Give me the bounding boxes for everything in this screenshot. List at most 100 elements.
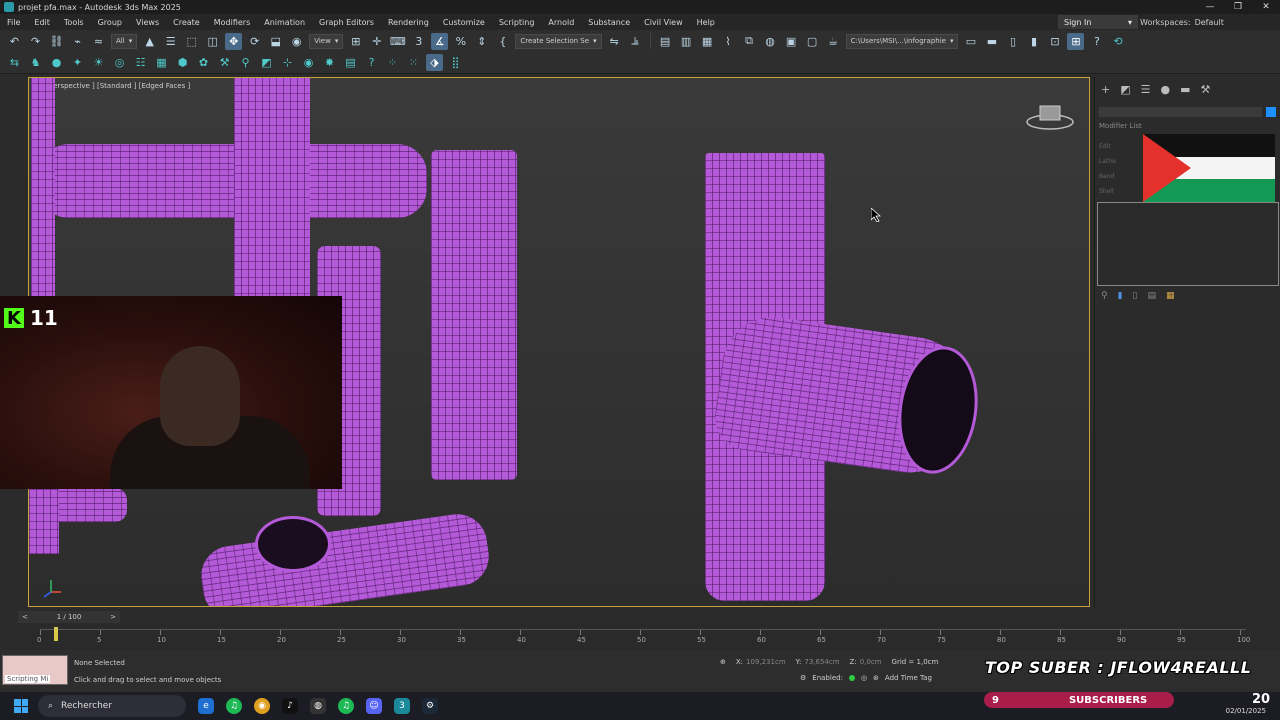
edit-named-selection-icon[interactable]: {	[494, 33, 511, 50]
selection-filter-dropdown[interactable]: All ▾	[111, 33, 138, 49]
menu-tools[interactable]: Tools	[57, 18, 91, 27]
x-value[interactable]: 109,231cm	[746, 658, 786, 666]
spotify-alt-icon[interactable]: ♫	[338, 698, 354, 714]
select-and-move-icon[interactable]: ✥	[225, 32, 243, 50]
x-coordinate[interactable]: X: 109,231cm	[736, 658, 786, 666]
spotify-icon[interactable]: ♫	[226, 698, 242, 714]
object-name-field[interactable]	[1099, 107, 1262, 117]
dots-icon[interactable]: ⁘	[384, 54, 401, 71]
adaptive-icon[interactable]: ⚙	[800, 674, 806, 682]
hierarchy-tab-icon[interactable]: ☰	[1141, 83, 1151, 96]
menu-file[interactable]: File	[0, 18, 27, 27]
mirror-icon[interactable]: ⇋	[606, 33, 623, 50]
track-icon[interactable]: ⇆	[6, 54, 23, 71]
time-tag-icon[interactable]: ⊛	[873, 674, 879, 682]
modifier-stack[interactable]	[1097, 202, 1279, 286]
sphere-object[interactable]	[255, 516, 331, 572]
enabled-indicator-icon[interactable]	[848, 675, 855, 681]
select-and-rotate-icon[interactable]: ⟳	[246, 33, 263, 50]
minimize-button[interactable]: —	[1196, 2, 1224, 12]
layer-explorer-icon[interactable]: ▥	[678, 33, 695, 50]
z-value[interactable]: 0,0cm	[860, 658, 882, 666]
chrome-icon[interactable]: ◉	[254, 698, 270, 714]
select-object-icon[interactable]: ▲	[141, 33, 158, 50]
system-clock[interactable]: 02/01/2025	[1226, 706, 1266, 716]
grid-icon[interactable]: ▦	[153, 54, 170, 71]
obs-icon[interactable]: ◍	[310, 698, 326, 714]
grid-plus-icon[interactable]: ⊹	[279, 54, 296, 71]
select-and-place-icon[interactable]: ◉	[288, 33, 305, 50]
tiktok-icon[interactable]: ♪	[282, 698, 298, 714]
show-end-result-icon[interactable]: ▮	[1118, 291, 1123, 301]
frame-icon[interactable]: ◩	[258, 54, 275, 71]
save-file-icon[interactable]: ▯	[1004, 33, 1021, 50]
camera-icon[interactable]: ◎	[111, 54, 128, 71]
viewport-layout-icon[interactable]: ⊞	[1067, 32, 1085, 50]
discord-icon[interactable]: ☺	[366, 698, 382, 714]
question-icon[interactable]: ?	[363, 54, 380, 71]
named-selection-set-dropdown[interactable]: Create Selection Se ▾	[515, 33, 602, 49]
menu-scripting[interactable]: Scripting	[492, 18, 542, 27]
select-manipulate-icon[interactable]: ✛	[368, 33, 385, 50]
y-coordinate[interactable]: Y: 73,654cm	[796, 658, 840, 666]
remove-modifier-icon[interactable]: ▤	[1148, 291, 1157, 301]
bottom-lying-pipe[interactable]	[197, 510, 493, 606]
modifier-button-bend[interactable]: Bend	[1099, 169, 1116, 184]
bone-icon[interactable]: ⚲	[237, 54, 254, 71]
workspace-selector[interactable]: Workspaces: Default	[1140, 15, 1224, 29]
menu-arnold[interactable]: Arnold	[541, 18, 581, 27]
open-file-icon[interactable]: ▬	[983, 33, 1000, 50]
modify-tab-icon[interactable]: ◩	[1120, 83, 1130, 96]
flow-icon[interactable]: ✿	[195, 54, 212, 71]
scene-explorer-icon[interactable]: ▤	[657, 33, 674, 50]
maxscript-listener[interactable]: Scripting Mi	[2, 655, 68, 685]
maximize-button[interactable]: ❐	[1224, 2, 1252, 12]
list-icon[interactable]: ☷	[132, 54, 149, 71]
bind-space-warp-icon[interactable]: ≈	[90, 33, 107, 50]
timeline-track[interactable]: 0 5 10 15 20 25 30 35 40 45 50 55 60 65 70 75 80 85 90 95 10…	[37, 629, 1250, 645]
motion-tab-icon[interactable]: ●	[1161, 83, 1171, 96]
archive-icon[interactable]: ▮	[1025, 33, 1042, 50]
physics-icon[interactable]: ⬗	[426, 54, 443, 71]
page-icon[interactable]: ▤	[342, 54, 359, 71]
close-button[interactable]: ✕	[1252, 2, 1280, 12]
dots-alt-icon[interactable]: ⁙	[405, 54, 422, 71]
menu-graph-editors[interactable]: Graph Editors	[312, 18, 381, 27]
render-production-icon[interactable]: ☕	[825, 33, 842, 50]
render-setup-icon[interactable]: ▣	[783, 33, 800, 50]
modifier-button-lathe[interactable]: Lathe	[1099, 154, 1116, 169]
toggle-icon[interactable]: ◎	[861, 674, 867, 682]
z-coordinate[interactable]: Z: 0,0cm	[850, 658, 882, 666]
vertical-pipe-cross[interactable]	[234, 78, 310, 318]
node-icon[interactable]: ⬢	[174, 54, 191, 71]
windows-start-icon[interactable]	[14, 699, 28, 713]
bottom-edge-pipe[interactable]	[29, 488, 59, 554]
menu-views[interactable]: Views	[129, 18, 166, 27]
modifier-button-shell[interactable]: Shell	[1099, 184, 1116, 199]
viewcube-icon[interactable]	[1025, 102, 1075, 130]
dots-grid-icon[interactable]: ⣿	[447, 54, 464, 71]
edge-browser-icon[interactable]: e	[198, 698, 214, 714]
percent-snap-icon[interactable]: %	[452, 33, 469, 50]
timeline-playhead[interactable]	[54, 627, 58, 641]
sync-icon[interactable]: ⟲	[1109, 33, 1126, 50]
wrench-icon[interactable]: ⚒	[216, 54, 233, 71]
align-icon[interactable]: ⫡	[627, 33, 644, 50]
sign-in-button[interactable]: Sign In ▾	[1058, 15, 1138, 29]
lock-selection-icon[interactable]: ⊕	[720, 658, 726, 666]
vertical-pipe-edge[interactable]	[31, 78, 55, 308]
toggle-ribbon-icon[interactable]: ▦	[699, 33, 716, 50]
magic-icon[interactable]: ✸	[321, 54, 338, 71]
make-unique-icon[interactable]: ▯	[1133, 291, 1138, 301]
menu-group[interactable]: Group	[91, 18, 129, 27]
snaps-toggle-icon[interactable]: 3	[410, 33, 427, 50]
window-crossing-icon[interactable]: ◫	[204, 33, 221, 50]
add-time-tag[interactable]: Add Time Tag	[885, 674, 932, 682]
help-icon[interactable]: ?	[1088, 33, 1105, 50]
curve-editor-icon[interactable]: ⌇	[720, 33, 737, 50]
menu-civil-view[interactable]: Civil View	[637, 18, 690, 27]
project-folder-icon[interactable]: ▭	[962, 33, 979, 50]
app-menu-icon[interactable]: ⊡	[1046, 33, 1063, 50]
material-editor-icon[interactable]: ◍	[762, 33, 779, 50]
keyboard-shortcut-override-icon[interactable]: ⌨	[389, 33, 406, 50]
